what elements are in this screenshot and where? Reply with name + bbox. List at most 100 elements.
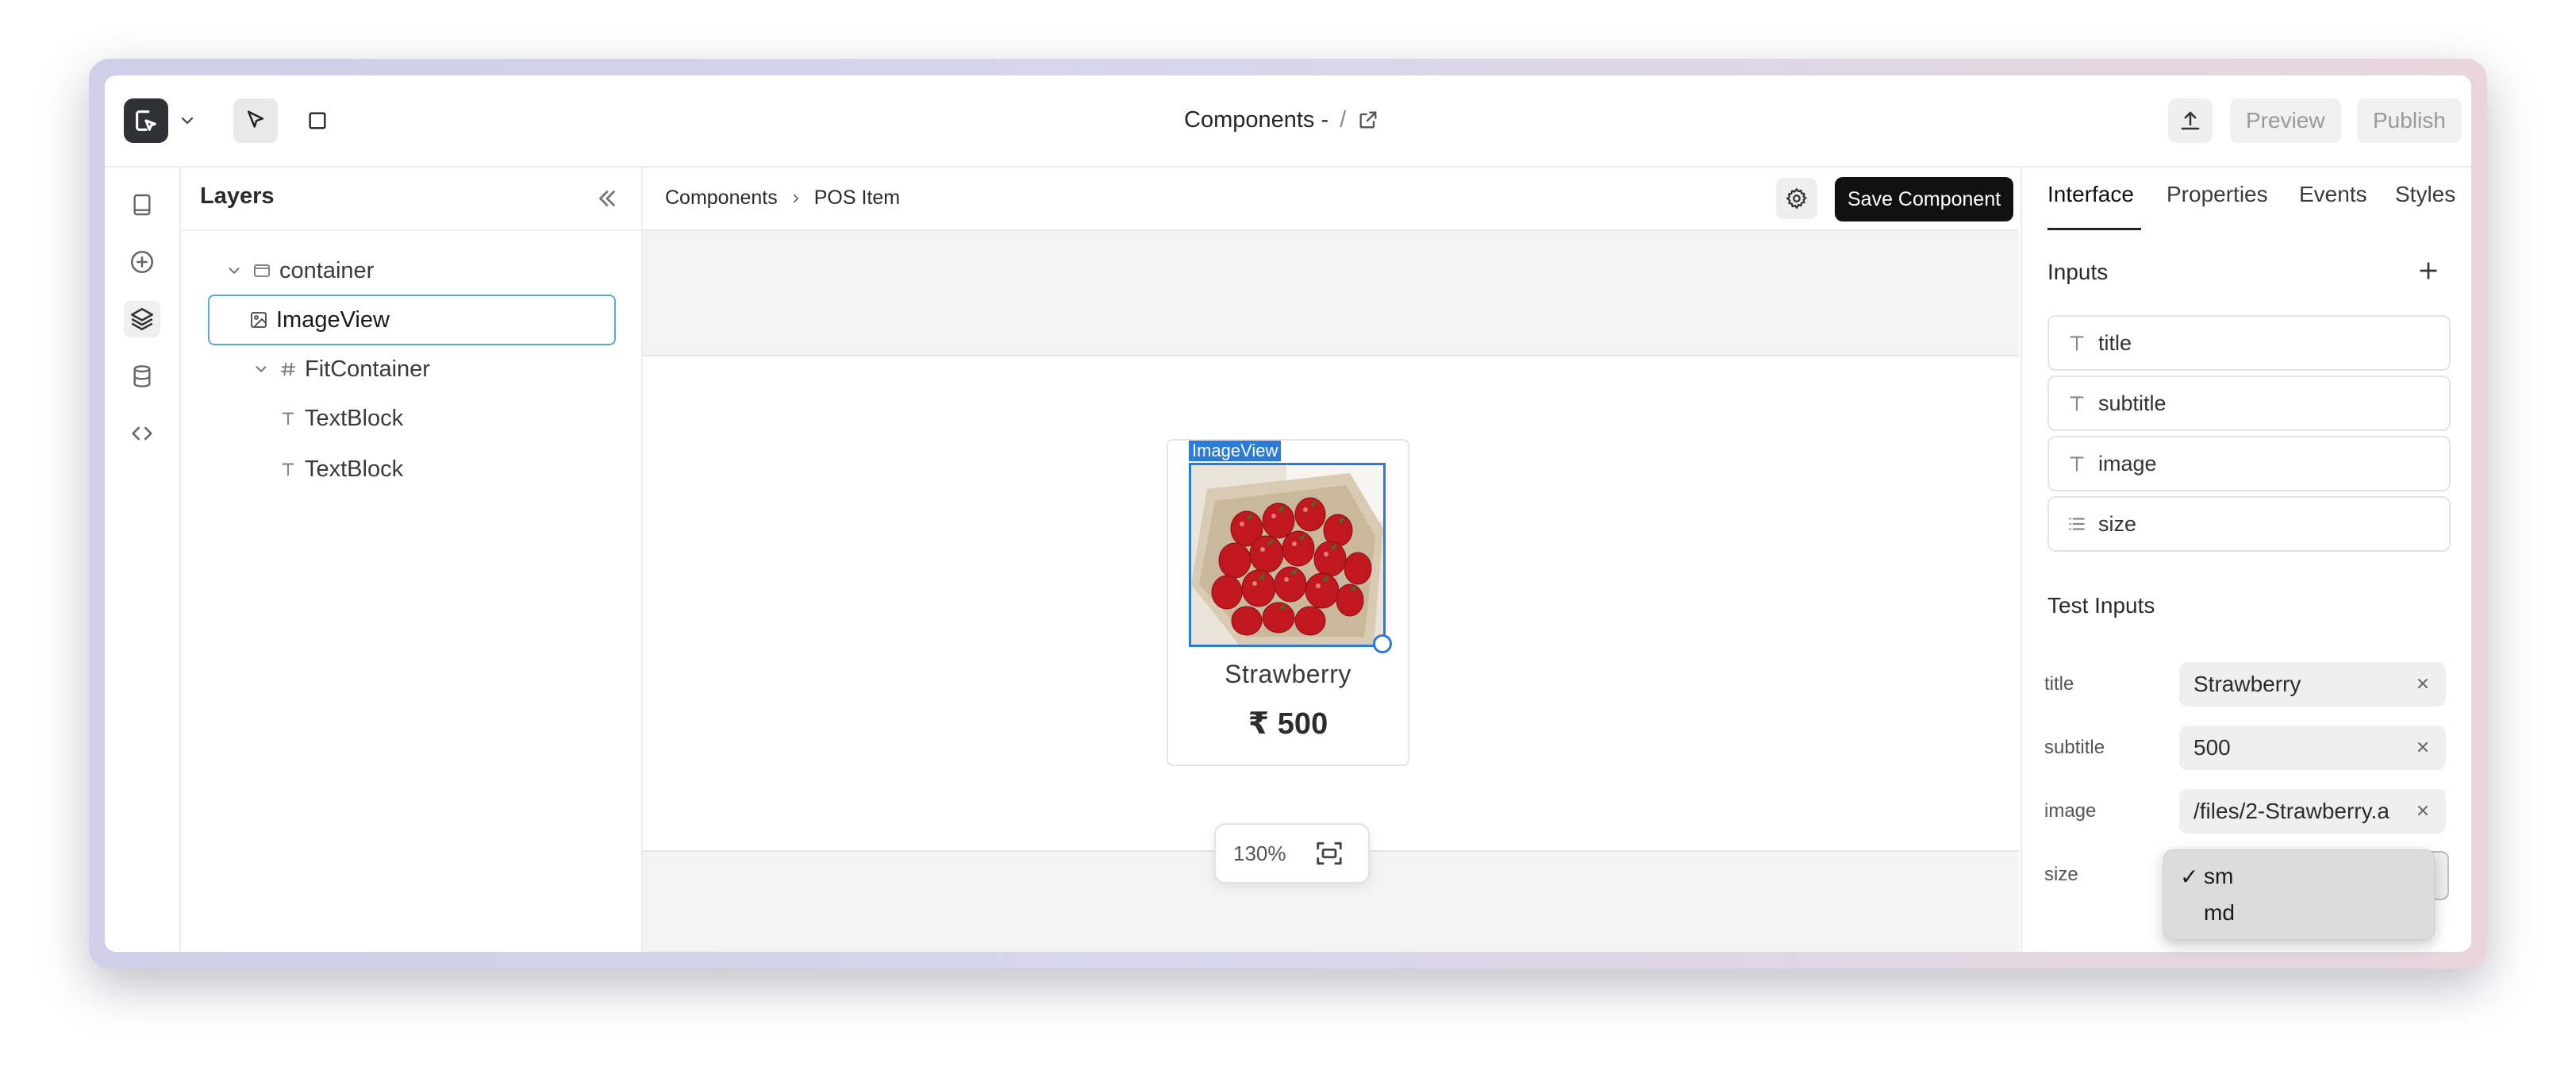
clear-icon[interactable] — [2413, 673, 2433, 694]
chevron-down-icon[interactable] — [252, 360, 270, 378]
size-option-sm[interactable]: ✓ sm — [2164, 858, 2434, 895]
book-icon — [133, 194, 151, 216]
layer-row-textblock[interactable]: TextBlock — [279, 395, 403, 442]
image-view[interactable] — [1189, 463, 1386, 647]
tab-events[interactable]: Events — [2299, 182, 2367, 207]
layer-row-imageview[interactable]: ImageView — [208, 295, 616, 345]
input-item-size[interactable]: size — [2047, 496, 2451, 552]
preview-button[interactable]: Preview — [2230, 98, 2341, 143]
left-icon-rail — [105, 168, 181, 952]
test-input-label: subtitle — [2044, 737, 2105, 758]
layer-row-container[interactable]: container — [225, 247, 374, 295]
input-item-name: subtitle — [2098, 391, 2167, 415]
canvas-area: Components POS Item Save Component Image… — [643, 168, 2019, 952]
layers-header: Layers — [181, 168, 641, 231]
test-input-value: 500 — [2193, 735, 2231, 760]
layer-label: container — [279, 257, 375, 283]
external-link-icon[interactable] — [1357, 109, 1379, 131]
layers-title: Layers — [200, 183, 275, 209]
text-type-icon — [2065, 391, 2089, 415]
hash-icon — [280, 362, 296, 376]
panel-tabs: Interface Properties Events Styles — [2022, 168, 2471, 230]
layer-row-fitcontainer[interactable]: FitContainer — [252, 345, 430, 393]
frame-tool-button[interactable] — [295, 98, 340, 143]
resize-handle[interactable] — [1373, 634, 1392, 653]
database-icon — [133, 365, 151, 387]
pos-item-card[interactable]: ImageView Strawberry ₹ 500 — [1167, 439, 1409, 766]
right-panel: Interface Properties Events Styles Input… — [2020, 168, 2471, 952]
text-type-icon — [2065, 331, 2089, 355]
input-item-title[interactable]: title — [2047, 315, 2451, 371]
layer-row-textblock[interactable]: TextBlock — [279, 445, 403, 493]
collapse-panel-icon[interactable] — [594, 185, 621, 212]
select-tool-button[interactable] — [233, 98, 278, 143]
checkmark-icon: ✓ — [2180, 864, 2199, 889]
test-inputs-section-title: Test Inputs — [2047, 593, 2155, 618]
selection-label: ImageView — [1189, 441, 1282, 461]
app-logo-icon — [136, 110, 156, 131]
rail-layers-button[interactable] — [124, 301, 160, 337]
test-input-label: title — [2044, 673, 2074, 695]
size-option-md[interactable]: md — [2164, 895, 2434, 931]
layer-label: TextBlock — [305, 456, 404, 482]
document-title-slash: / — [1340, 106, 1347, 133]
card-price: ₹ 500 — [1248, 707, 1328, 741]
rail-add-button[interactable] — [124, 244, 160, 280]
square-icon — [309, 112, 326, 129]
chevron-down-icon[interactable] — [225, 262, 243, 279]
tab-properties[interactable]: Properties — [2167, 182, 2268, 207]
breadcrumb-item[interactable]: Components — [665, 187, 778, 210]
upload-button[interactable] — [2168, 98, 2213, 143]
test-input-value: Strawberry — [2193, 672, 2301, 696]
test-input-title-field[interactable]: Strawberry — [2179, 662, 2446, 707]
gear-icon — [1786, 188, 1807, 209]
layer-label: FitContainer — [305, 356, 430, 382]
test-input-label: image — [2044, 800, 2097, 822]
save-component-button[interactable]: Save Component — [1835, 177, 2014, 221]
tab-interface[interactable]: Interface — [2047, 182, 2134, 207]
input-item-image[interactable]: image — [2047, 436, 2451, 491]
app-logo-button[interactable] — [124, 98, 168, 143]
clear-icon[interactable] — [2413, 737, 2433, 757]
breadcrumb-item[interactable]: POS Item — [814, 187, 900, 210]
input-item-name: size — [2098, 511, 2137, 536]
layers-icon — [130, 307, 154, 331]
strawberry-image — [1191, 465, 1383, 645]
test-input-label: size — [2044, 864, 2078, 885]
tab-styles[interactable]: Styles — [2395, 182, 2455, 207]
clear-icon[interactable] — [2413, 800, 2433, 821]
component-settings-button[interactable] — [1776, 178, 1817, 219]
test-input-subtitle-field[interactable]: 500 — [2179, 726, 2446, 770]
card-title: Strawberry — [1225, 660, 1351, 688]
publish-button[interactable]: Publish — [2357, 98, 2462, 143]
rail-pages-button[interactable] — [124, 187, 160, 223]
app-window: Components - / Preview Publish Layers co… — [105, 75, 2471, 952]
zoom-control: 130% — [1214, 823, 1370, 884]
add-input-icon[interactable] — [2416, 258, 2441, 283]
zoom-level[interactable]: 130% — [1233, 841, 1286, 866]
rail-code-button[interactable] — [124, 415, 160, 452]
breadcrumb: Components POS Item — [665, 187, 900, 210]
test-input-image-field[interactable]: /files/2-Strawberry.a — [2179, 789, 2446, 834]
upload-icon — [2181, 111, 2200, 130]
chevron-down-icon[interactable] — [178, 111, 197, 130]
input-item-name: title — [2098, 330, 2132, 355]
canvas-stage[interactable]: ImageView Strawberry ₹ 500 — [643, 355, 2019, 852]
size-dropdown: ✓ sm md — [2163, 849, 2435, 940]
fit-to-screen-button[interactable] — [1313, 838, 1345, 869]
plus-circle-icon — [130, 250, 154, 274]
rail-data-button[interactable] — [124, 358, 160, 395]
input-item-name: image — [2098, 451, 2157, 476]
container-icon — [254, 264, 270, 277]
inputs-section-title: Inputs — [2047, 260, 2109, 284]
input-item-subtitle[interactable]: subtitle — [2047, 375, 2451, 431]
test-input-value: /files/2-Strawberry.a — [2193, 799, 2390, 823]
canvas-header: Components POS Item Save Component — [643, 168, 2019, 231]
layers-panel: Layers container ImageView FitContainer … — [181, 168, 643, 952]
cursor-icon — [248, 110, 263, 128]
layer-label: TextBlock — [305, 405, 404, 431]
top-bar: Components - / Preview Publish — [105, 75, 2471, 168]
document-title: Components - / — [1184, 104, 1379, 136]
option-label: sm — [2204, 864, 2234, 888]
image-icon — [251, 312, 267, 328]
